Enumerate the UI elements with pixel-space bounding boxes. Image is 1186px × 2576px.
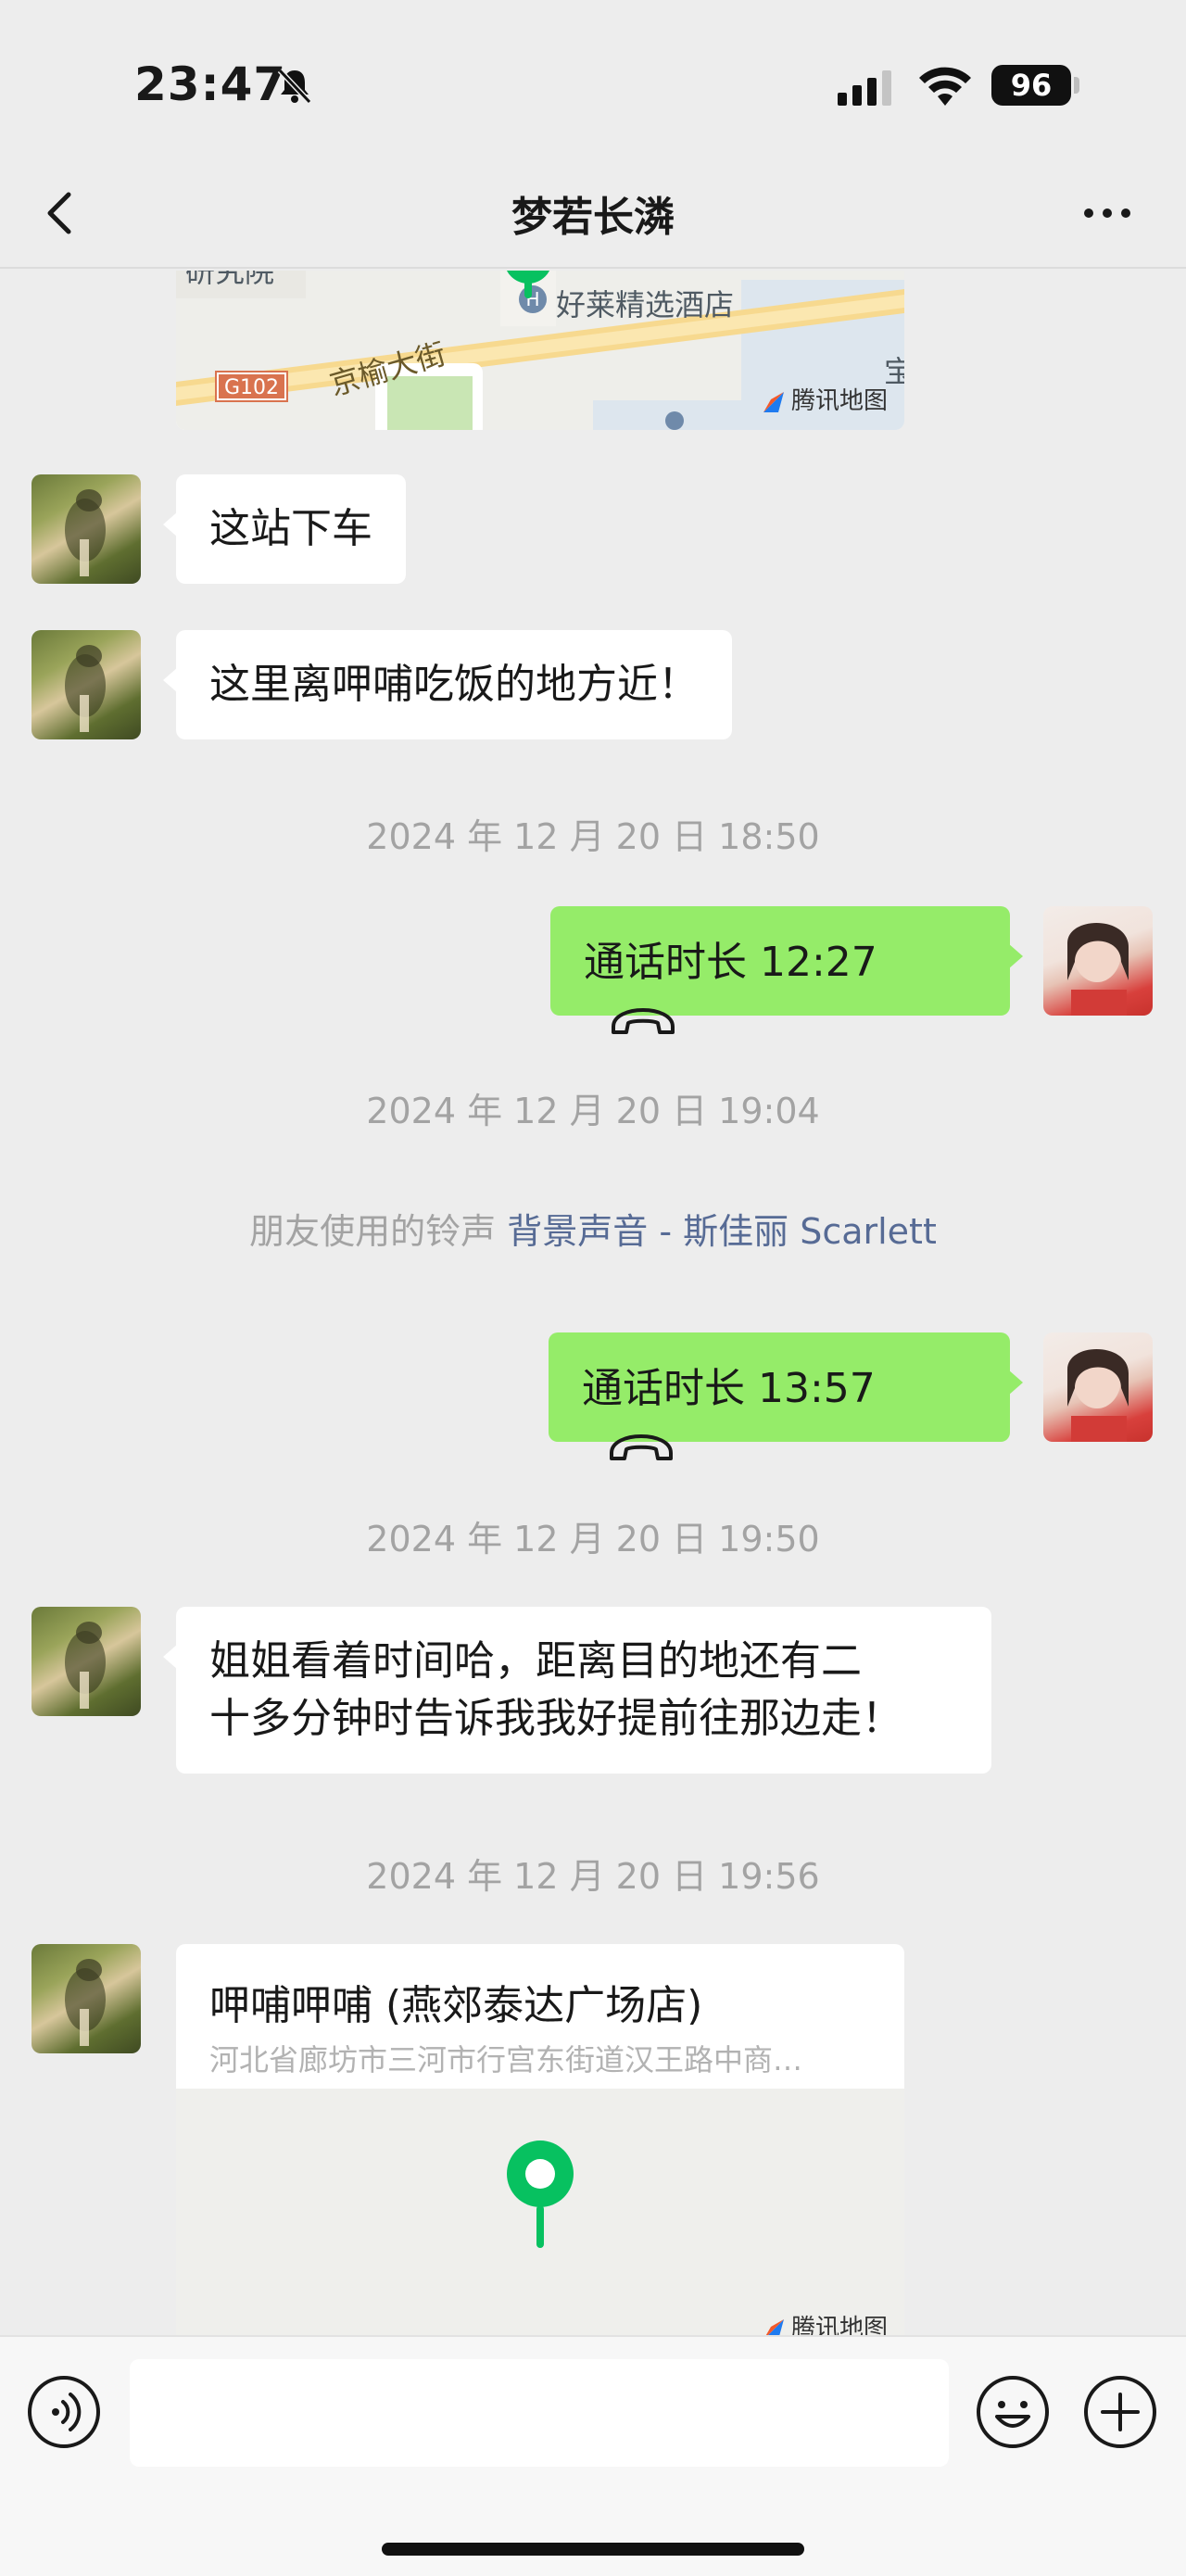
location-title: 呷哺呷哺 (燕郊泰达广场店): [209, 1982, 703, 2029]
avatar-image: [65, 1622, 106, 1709]
avatar-image: [1067, 922, 1129, 1016]
call-bubble[interactable]: 通话时长 12:27: [550, 906, 1023, 1034]
location-pin-icon: [506, 271, 550, 298]
call-duration: 通话时长 12:27: [584, 939, 877, 986]
chat-message-list[interactable]: 研究院 H 好莱精选酒店 宝 京榆大街 G102 腾讯地图 这站下车 这里离呷哺…: [0, 271, 1186, 2335]
avatar-self[interactable]: [1043, 906, 1153, 1016]
avatar-image: [65, 489, 106, 576]
avatar[interactable]: [32, 1944, 141, 2053]
timestamp: 2024 年 12 月 20 日 19:56: [366, 1856, 820, 1897]
map-card-partial[interactable]: 研究院 H 好莱精选酒店 宝 京榆大街 G102 腾讯地图: [176, 271, 904, 430]
call-duration: 通话时长 13:57: [582, 1365, 876, 1412]
avatar-image: [65, 1959, 106, 2046]
chat-title: 梦若长潾: [511, 194, 675, 241]
message-line: 姐姐看着时间哈，距离目的地还有二: [209, 1637, 862, 1685]
message-line: 十多分钟时告诉我我好提前往那边走！: [209, 1695, 902, 1742]
map-attribution-text: 腾讯地图: [791, 2315, 889, 2335]
map-attribution: 腾讯地图: [762, 2309, 888, 2335]
location-address: 河北省廊坊市三河市行宫东街道汉王路中商…: [209, 2042, 803, 2077]
avatar-image: [65, 645, 106, 732]
map-attribution-text: 腾讯地图: [791, 387, 889, 415]
map-preview: 腾讯地图: [176, 2089, 904, 2335]
message-input[interactable]: [130, 2359, 949, 2467]
nav-bar: 梦若长潾: [0, 158, 1186, 269]
ringtone-notice: 朋友使用的铃声 背景声音 - 斯佳丽 Scarlett: [0, 1203, 1186, 1254]
avatar[interactable]: [32, 474, 141, 584]
timestamp: 2024 年 12 月 20 日 19:04: [366, 1091, 820, 1131]
message-bubble[interactable]: 这里离呷哺吃饭的地方近！: [163, 630, 732, 739]
bell-muted-icon: [277, 68, 312, 105]
location-pin-icon: [507, 2140, 574, 2248]
map-preview: 研究院 H 好莱精选酒店 宝 京榆大街 G102 腾讯地图: [176, 271, 904, 430]
phone-hangup-icon: [610, 1434, 673, 1460]
timestamp: 2024 年 12 月 20 日 19:50: [366, 1519, 820, 1559]
battery-icon: 96: [991, 65, 1071, 106]
status-time: 23:47: [134, 57, 287, 111]
route-badge: G102: [214, 371, 289, 402]
tencent-map-logo-icon: [763, 391, 784, 412]
message-bubble[interactable]: 这站下车: [163, 474, 406, 584]
avatar-image: [1067, 1348, 1129, 1442]
message-bubble[interactable]: 姐姐看着时间哈，距离目的地还有二 十多分钟时告诉我我好提前往那边走！: [163, 1607, 991, 1774]
call-bubble[interactable]: 通话时长 13:57: [549, 1332, 1023, 1460]
avatar[interactable]: [32, 1607, 141, 1716]
map-label-hotel: 好莱精选酒店: [556, 287, 735, 322]
plus-icon[interactable]: [1082, 2374, 1158, 2450]
location-card[interactable]: 呷哺呷哺 (燕郊泰达广场店) 河北省廊坊市三河市行宫东街道汉王路中商… 腾讯地图: [176, 1944, 904, 2335]
battery-tip: [1074, 77, 1079, 94]
ringtone-link[interactable]: 背景声音 - 斯佳丽 Scarlett: [507, 1211, 937, 1252]
map-attribution: 腾讯地图: [762, 382, 888, 416]
emoji-icon[interactable]: [975, 2374, 1051, 2450]
signal-icon: [838, 70, 891, 106]
input-bar: [0, 2335, 1186, 2576]
wifi-icon: [919, 67, 971, 106]
home-indicator[interactable]: [382, 2543, 804, 2556]
more-dots-icon[interactable]: [1079, 195, 1135, 232]
phone-hangup-icon: [612, 1008, 675, 1034]
avatar-self[interactable]: [1043, 1332, 1153, 1442]
tencent-map-logo-icon: [765, 2318, 784, 2335]
ringtone-prefix: 朋友使用的铃声: [249, 1211, 497, 1252]
voice-icon[interactable]: [26, 2374, 102, 2450]
status-bar: 23:47 96: [0, 0, 1186, 158]
timestamp: 2024 年 12 月 20 日 18:50: [366, 816, 820, 857]
map-label-top: 研究院: [185, 271, 275, 289]
avatar[interactable]: [32, 630, 141, 739]
